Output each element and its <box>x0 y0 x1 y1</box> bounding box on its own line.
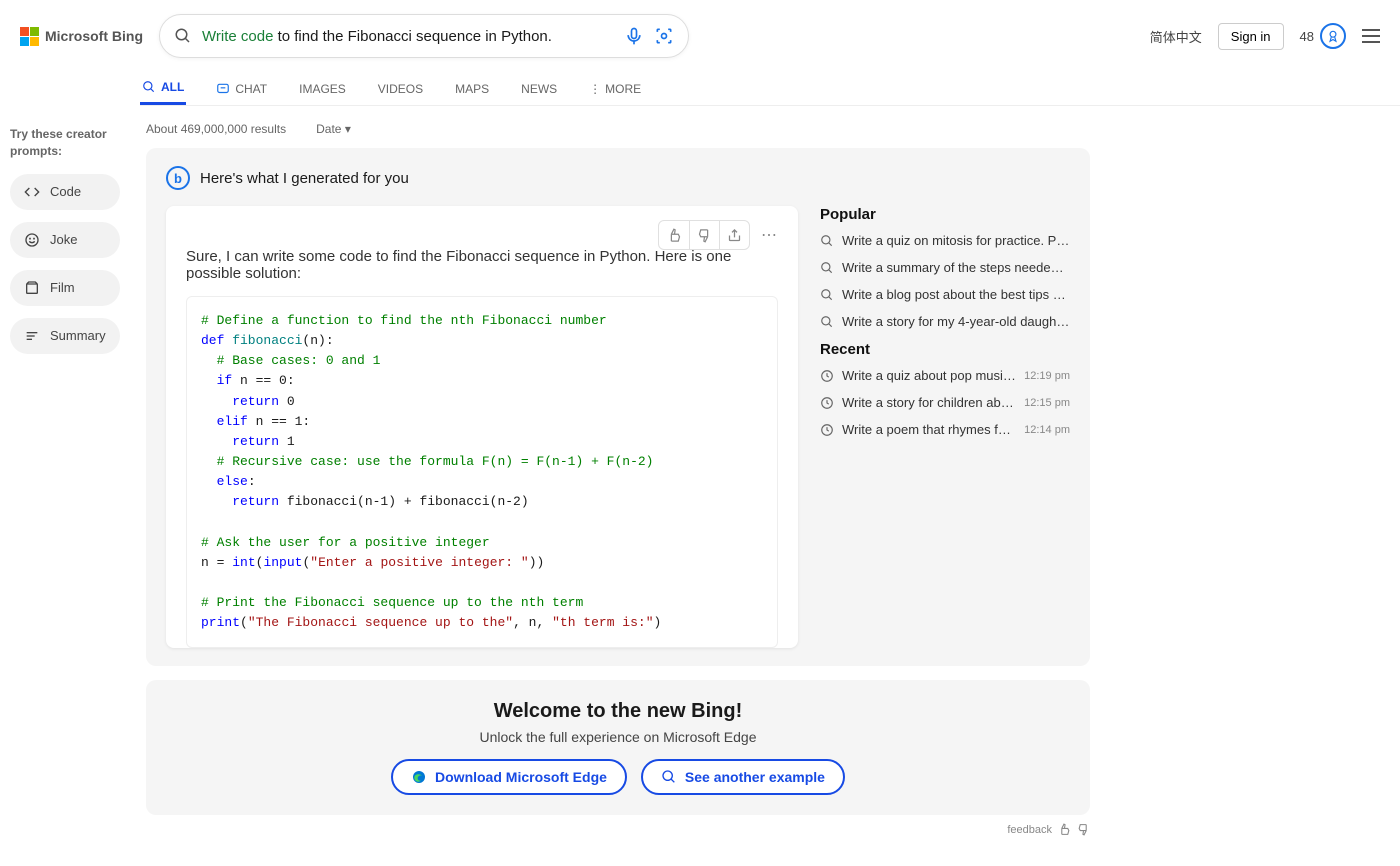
thumbs-up-icon[interactable] <box>1058 823 1071 836</box>
sidebar-title: Try these creator prompts: <box>10 126 120 160</box>
history-icon <box>820 396 834 410</box>
download-edge-button[interactable]: Download Microsoft Edge <box>391 759 627 795</box>
thumbs-up-button[interactable] <box>659 221 689 249</box>
main-column: About 469,000,000 results Date ▾ b Here'… <box>130 106 1090 866</box>
recent-item[interactable]: Write a quiz about pop music…12:19 pm <box>820 368 1070 383</box>
search-query[interactable]: Write code to find the Fibonacci sequenc… <box>202 28 614 45</box>
smile-icon <box>24 232 40 248</box>
dots-icon: ⋮ <box>589 82 600 96</box>
chevron-down-icon: ▾ <box>345 122 351 136</box>
content: Try these creator prompts: Code Joke Fil… <box>0 106 1400 866</box>
results-info: About 469,000,000 results Date ▾ <box>146 122 1090 136</box>
thumbs-down-icon[interactable] <box>1077 823 1090 836</box>
signin-button[interactable]: Sign in <box>1218 23 1284 50</box>
search-icon <box>820 315 834 329</box>
recent-item[interactable]: Write a story for children abo…12:15 pm <box>820 395 1070 410</box>
prompt-code[interactable]: Code <box>10 174 120 210</box>
thumbs-down-button[interactable] <box>689 221 719 249</box>
thumbs-up-icon <box>667 228 682 243</box>
search-icon <box>661 769 677 785</box>
more-button[interactable]: ⋯ <box>754 221 784 249</box>
search-icon <box>820 288 834 302</box>
history-icon <box>820 423 834 437</box>
tab-more[interactable]: ⋮ MORE <box>587 74 643 104</box>
search-icon <box>820 234 834 248</box>
popular-item[interactable]: Write a summary of the steps needed to … <box>820 260 1070 275</box>
result-count: About 469,000,000 results <box>146 122 286 136</box>
rewards[interactable]: 48 <box>1300 23 1346 49</box>
feedback-row: feedback <box>146 823 1090 836</box>
recent-item[interactable]: Write a poem that rhymes for …12:14 pm <box>820 422 1070 437</box>
share-icon <box>727 228 742 243</box>
code-icon <box>24 184 40 200</box>
answer-text: Sure, I can write some code to find the … <box>186 248 778 282</box>
tab-all[interactable]: ALL <box>140 72 186 105</box>
nav-tabs: ALL CHAT IMAGES VIDEOS MAPS NEWS ⋮ MORE <box>140 72 1400 106</box>
tab-news[interactable]: NEWS <box>519 74 559 104</box>
bing-logo[interactable]: Microsoft Bing <box>20 27 143 46</box>
mic-icon[interactable] <box>624 26 644 46</box>
prompt-summary[interactable]: Summary <box>10 318 120 354</box>
promo-subtitle: Unlock the full experience on Microsoft … <box>166 729 1070 745</box>
search-icon <box>820 261 834 275</box>
popular-heading: Popular <box>820 206 1070 223</box>
another-example-button[interactable]: See another example <box>641 759 845 795</box>
rewards-icon <box>1320 23 1346 49</box>
popular-item[interactable]: Write a quiz on mitosis for practice. Pr… <box>820 233 1070 248</box>
date-filter[interactable]: Date ▾ <box>316 122 351 136</box>
tab-maps[interactable]: MAPS <box>453 74 491 104</box>
popular-item[interactable]: Write a story for my 4-year-old daughter… <box>820 314 1070 329</box>
summary-icon <box>24 328 40 344</box>
search-icon <box>174 27 192 45</box>
search-bar[interactable]: Write code to find the Fibonacci sequenc… <box>159 14 689 58</box>
search-icon <box>142 80 156 94</box>
rewards-points: 48 <box>1300 29 1314 44</box>
brand-text: Microsoft Bing <box>45 28 143 44</box>
header: Microsoft Bing Write code to find the Fi… <box>0 0 1400 58</box>
answer-actions: ⋯ <box>658 220 784 250</box>
language-link[interactable]: 简体中文 <box>1150 27 1202 46</box>
card-heading: Here's what I generated for you <box>200 170 409 187</box>
promo-card: Welcome to the new Bing! Unlock the full… <box>146 680 1090 815</box>
sidebar: Try these creator prompts: Code Joke Fil… <box>0 106 130 866</box>
thumbs-down-icon <box>697 228 712 243</box>
answer-box: ⋯ Sure, I can write some code to find th… <box>166 206 798 648</box>
recent-heading: Recent <box>820 341 1070 358</box>
feedback-link[interactable]: feedback <box>1007 824 1052 836</box>
header-right: 简体中文 Sign in 48 <box>1150 23 1380 50</box>
prompt-joke[interactable]: Joke <box>10 222 120 258</box>
promo-title: Welcome to the new Bing! <box>166 700 1070 723</box>
edge-icon <box>411 769 427 785</box>
prompt-film[interactable]: Film <box>10 270 120 306</box>
image-search-icon[interactable] <box>654 26 674 46</box>
share-button[interactable] <box>719 221 749 249</box>
history-icon <box>820 369 834 383</box>
tab-images[interactable]: IMAGES <box>297 74 348 104</box>
popular-item[interactable]: Write a blog post about the best tips an… <box>820 287 1070 302</box>
ai-answer-card: b Here's what I generated for you ⋯ Sure… <box>146 148 1090 666</box>
film-icon <box>24 280 40 296</box>
code-block: # Define a function to find the nth Fibo… <box>186 296 778 648</box>
microsoft-logo-icon <box>20 27 39 46</box>
right-column: Popular Write a quiz on mitosis for prac… <box>820 206 1070 648</box>
menu-icon[interactable] <box>1362 29 1380 43</box>
bing-chat-icon: b <box>166 166 190 190</box>
tab-chat[interactable]: CHAT <box>214 74 269 104</box>
tab-videos[interactable]: VIDEOS <box>376 74 425 104</box>
chat-icon <box>216 82 230 96</box>
